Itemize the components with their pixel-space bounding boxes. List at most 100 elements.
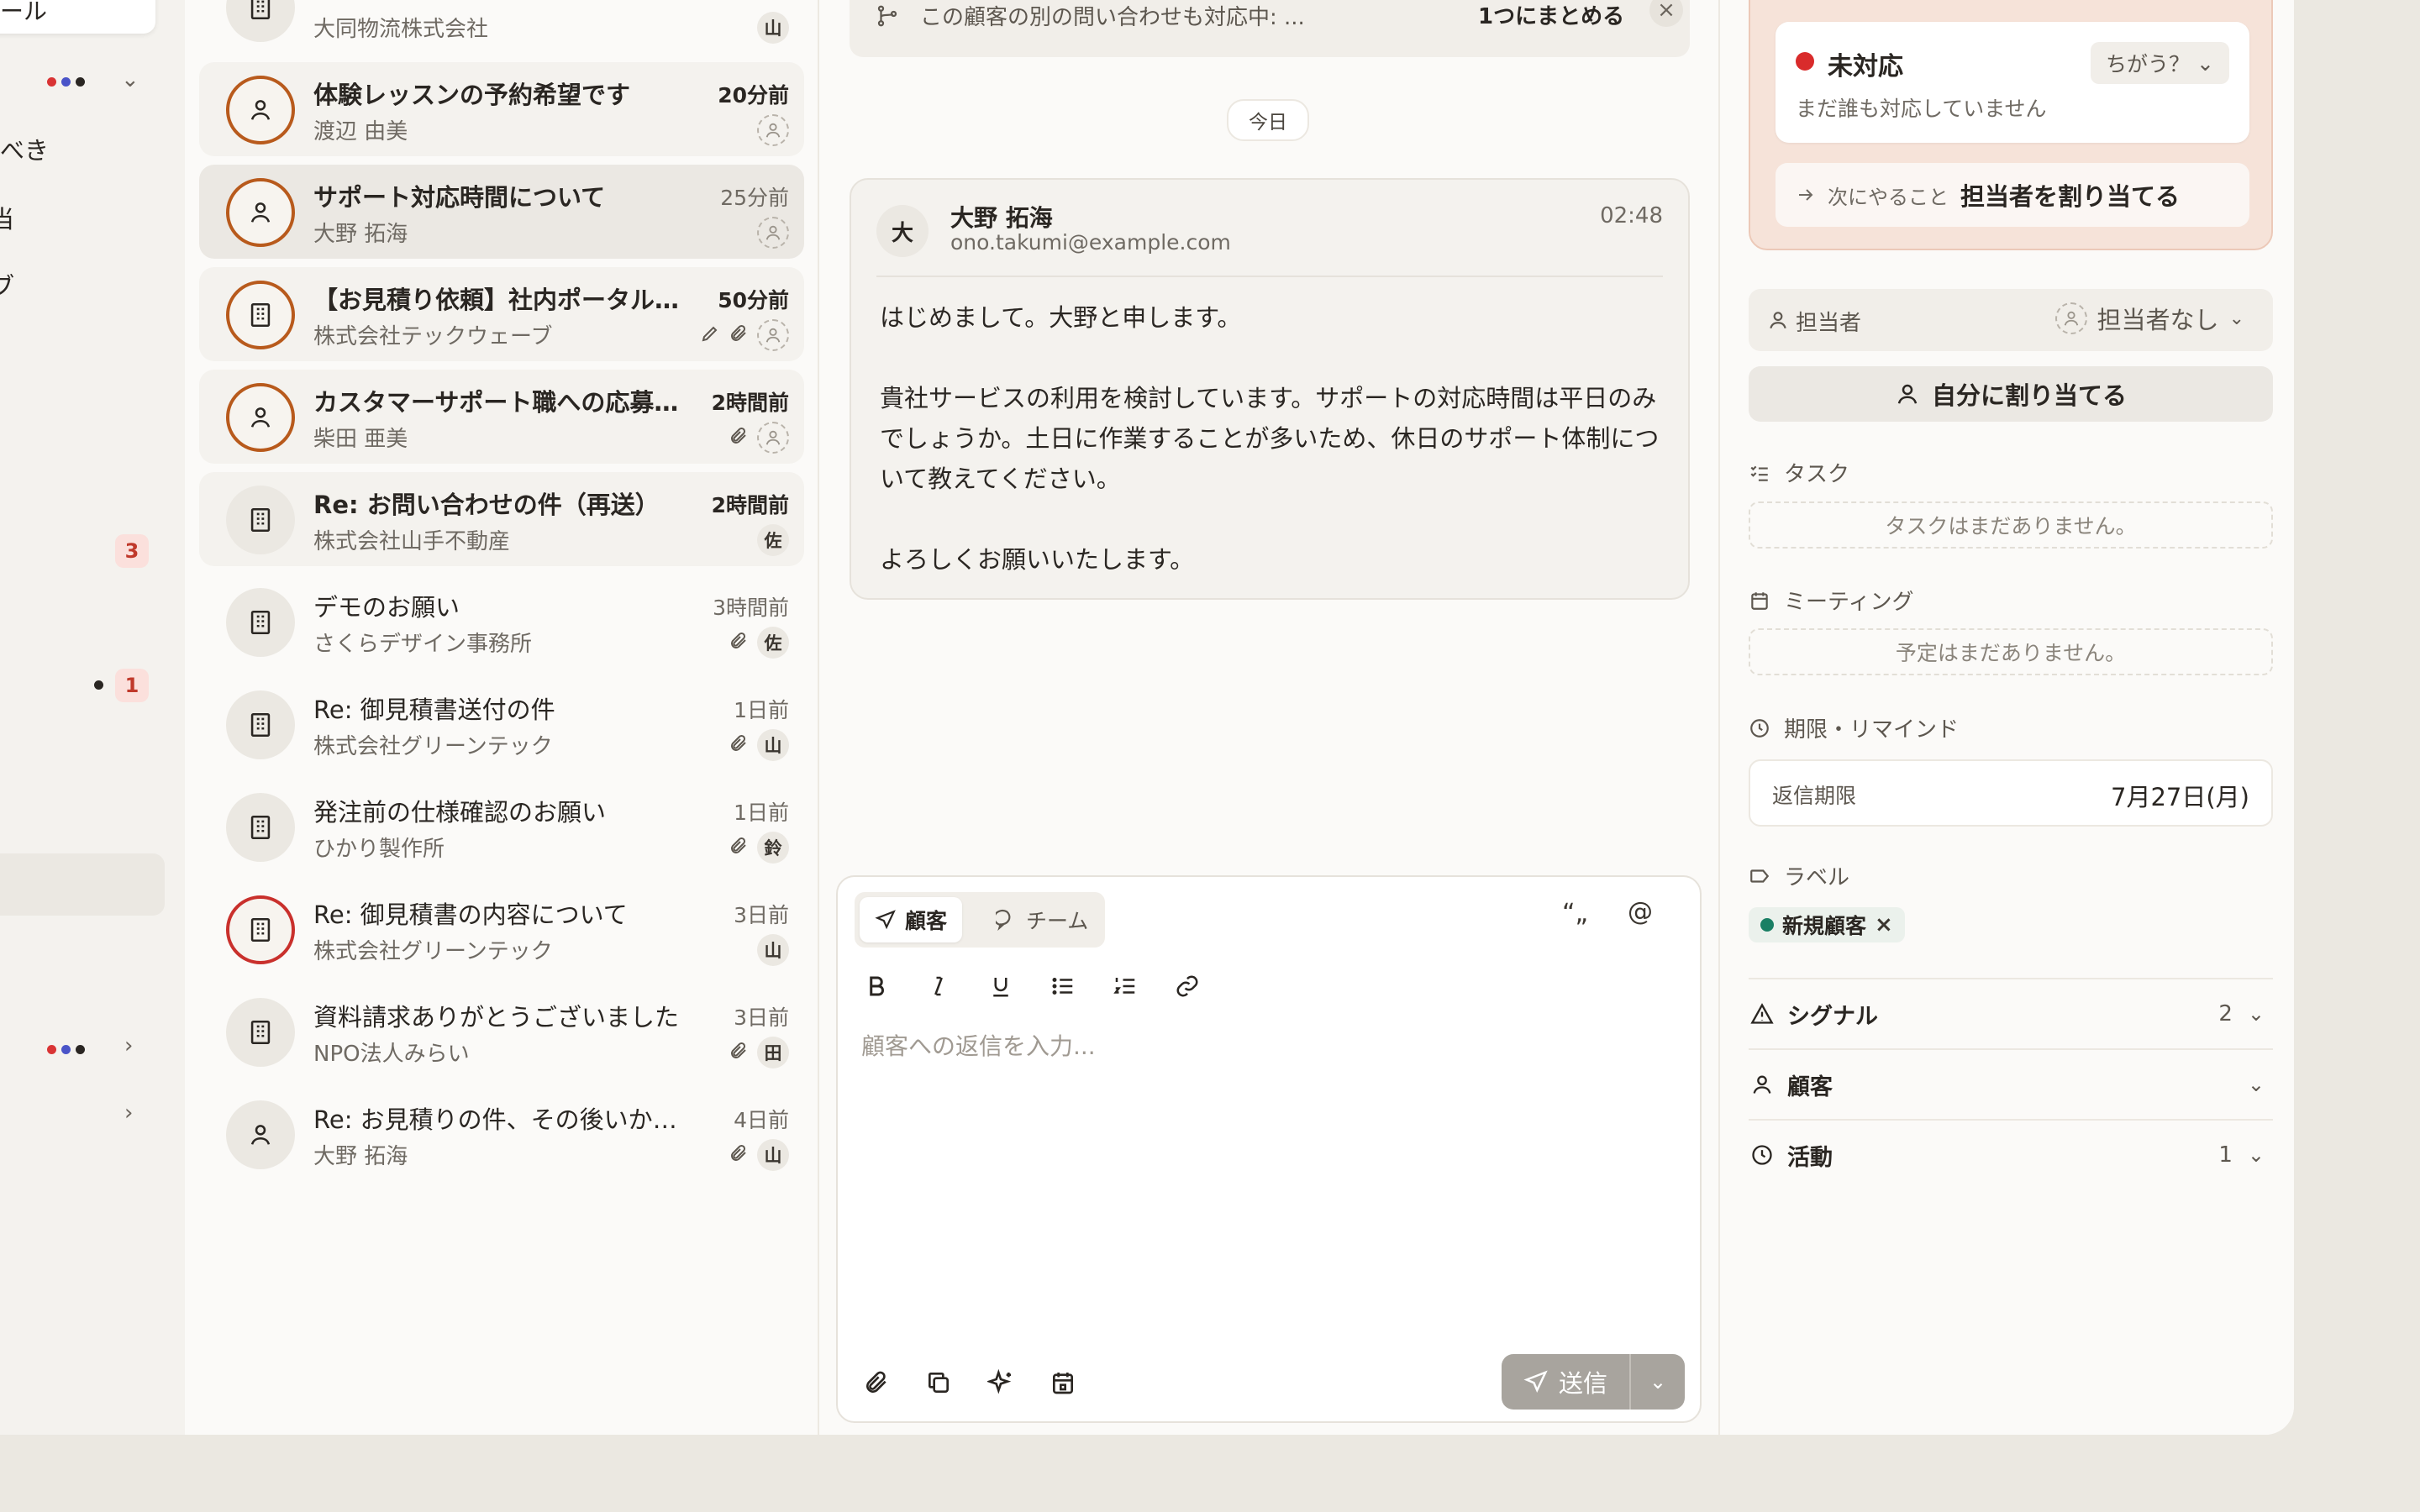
sidebar-selected-item[interactable] [0, 853, 165, 916]
building-icon [250, 712, 271, 738]
sidebar-item-label[interactable]: 当 [0, 200, 14, 235]
composer-actions [861, 1368, 1078, 1398]
bold-icon[interactable] [861, 971, 892, 1001]
list-item[interactable]: カスタマーサポート職への応募（柴田 亜美） 柴田 亜美 2時間前 [199, 370, 804, 464]
underline-icon[interactable] [986, 971, 1016, 1001]
tag-icon [1750, 869, 1770, 883]
list-item[interactable]: 資料請求ありがとうございました NPO法人みらい 3日前田 [199, 984, 804, 1079]
list-item-time: 1日前 [734, 698, 789, 722]
link-icon[interactable] [1172, 971, 1202, 1001]
list-item-sender: 株式会社グリーンテック [313, 734, 553, 759]
attachment-icon[interactable] [861, 1368, 892, 1398]
merge-button[interactable]: 1つにまとめる [1478, 0, 1624, 30]
assign-self-button[interactable]: 自分に割り当てる [1749, 366, 2273, 422]
close-icon[interactable]: × [1649, 0, 1683, 27]
list-item[interactable]: 体験レッスンの予約希望です 渡辺 由美 20分前 [199, 62, 804, 156]
company-avatar [226, 281, 295, 349]
next-action-value: 担当者を割り当てる [1960, 182, 2181, 211]
message-card: 大 大野 拓海 ono.takumi@example.com 02:48 はじめ… [850, 178, 1690, 600]
tab-team[interactable]: チーム [981, 897, 1103, 942]
italic-icon[interactable] [923, 971, 954, 1001]
list-item-time: 3日前 [734, 903, 789, 927]
signals-label: シグナル [1787, 1003, 1878, 1030]
date-divider: 今日 [1227, 99, 1309, 141]
list-item-sender: 株式会社テックウェーブ [313, 324, 553, 349]
unassigned-avatar-icon [757, 422, 789, 454]
mention-icon[interactable]: @ [1628, 897, 1653, 927]
signals-section[interactable]: シグナル 2 ⌄ [1749, 978, 2273, 1048]
activity-label: 活動 [1787, 1144, 1833, 1171]
numbered-list-icon[interactable] [1110, 971, 1140, 1001]
customer-section[interactable]: 顧客 ⌄ [1749, 1048, 2273, 1119]
copy-icon[interactable] [923, 1368, 954, 1398]
list-item-sender: 株式会社山手不動産 [313, 529, 511, 554]
building-icon [250, 302, 271, 328]
assign-self-label: 自分に割り当てる [1931, 381, 2127, 410]
unassigned-avatar-icon [757, 319, 789, 351]
list-item-meta [700, 319, 789, 351]
label-tag[interactable]: 新規顧客 × [1749, 907, 1905, 942]
list-item[interactable]: 大同物流株式会社 山 [199, 0, 804, 54]
send-options-chevron-icon[interactable]: ⌄ [1631, 1354, 1685, 1410]
conversation-pane: この顧客の別の問い合わせも対応中: ... 1つにまとめる × 今日 大 大野 … [821, 0, 1718, 1435]
sidebar-item-label[interactable]: ブ [0, 267, 14, 302]
reply-input[interactable] [861, 1028, 1676, 1331]
message-body: はじめまして。大野と申します。 貴社サービスの利用を検討しています。サポートの対… [880, 303, 1660, 574]
list-item-meta: 鈴 [729, 832, 789, 864]
tasks-empty: タスクはまだありません。 [1749, 501, 2273, 549]
list-item-meta: 佐 [729, 627, 789, 659]
list-item-meta: 山 [757, 934, 789, 966]
list-item[interactable]: Re: 御見積書の内容について 株式会社グリーンテック 3日前山 [199, 882, 804, 976]
list-item-meta: 山 [729, 729, 789, 761]
next-action[interactable]: 次にやること 担当者を割り当てる [1776, 163, 2249, 227]
attachment-icon [729, 733, 749, 757]
customer-label: 顧客 [1787, 1074, 1833, 1100]
bullet-list-icon[interactable] [1048, 971, 1078, 1001]
remove-tag-icon[interactable]: × [1875, 912, 1893, 937]
list-item[interactable]: 発注前の仕様確認のお願い ひかり製作所 1日前鈴 [199, 780, 804, 874]
list-item[interactable]: 【お見積り依頼】社内ポータル構築について株式会社テックウェーブ 50分前 [199, 267, 804, 361]
assignee-value: 担当者なし [2096, 306, 2219, 334]
chevron-right-icon[interactable]: › [124, 1100, 133, 1126]
list-item[interactable]: Re: お見積りの件、その後いかがでしょうか大野 拓海 4日前山 [199, 1087, 804, 1181]
chevron-right-icon[interactable]: › [124, 1033, 133, 1058]
sparkle-icon[interactable] [986, 1368, 1016, 1398]
list-item[interactable]: Re: お問い合わせの件（再送） 株式会社山手不動産 2時間前佐 [199, 472, 804, 566]
company-avatar [226, 486, 295, 554]
meetings-label: ミーティング [1784, 590, 1914, 615]
branch-icon [877, 5, 897, 27]
list-item-sender: 株式会社グリーンテック [313, 939, 553, 964]
divider [876, 276, 1663, 277]
next-action-label: 次にやること [1828, 185, 1949, 209]
list-item[interactable]: Re: 御見積書送付の件 株式会社グリーンテック 1日前山 [199, 677, 804, 771]
warning-icon [1750, 1003, 1774, 1024]
sidebar-top-card[interactable]: ール [0, 0, 155, 34]
sidebar-item-label[interactable]: べき [0, 131, 49, 166]
assignee-select[interactable]: 担当者 担当者なし ⌄ [1749, 289, 2273, 351]
reply-deadline-label: 返信期限 [1772, 784, 1857, 808]
calendar-icon[interactable] [1048, 1368, 1078, 1398]
attachment-icon [729, 323, 749, 347]
list-item-time: 25分前 [720, 186, 789, 210]
tag-color-dot [1760, 918, 1774, 932]
send-button[interactable]: 送信 [1502, 1354, 1631, 1410]
building-icon [250, 507, 271, 533]
labels-label: ラベル [1784, 865, 1850, 890]
list-item[interactable]: サポート対応時間について 大野 拓海 25分前 [199, 165, 804, 259]
list-item-sender: 大同物流株式会社 [313, 17, 489, 42]
quote-icon[interactable]: “„ [1562, 899, 1588, 928]
chevron-down-icon[interactable]: ⌄ [121, 67, 139, 92]
unassigned-avatar-icon [757, 217, 789, 249]
chat-bubble-icon [996, 909, 1011, 931]
list-item-time: 3時間前 [713, 596, 789, 620]
list-item-time: 20分前 [718, 83, 789, 108]
activity-section[interactable]: 活動 1 ⌄ [1749, 1119, 2273, 1189]
list-item-time: 2時間前 [711, 493, 789, 517]
list-item[interactable]: デモのお願い さくらデザイン事務所 3時間前佐 [199, 575, 804, 669]
status-change-button[interactable]: ちがう？ ⌄ [2091, 42, 2229, 84]
list-item-meta: 山 [729, 1139, 789, 1171]
tab-customer[interactable]: 顧客 [860, 897, 963, 942]
labels-header: ラベル [1749, 860, 1849, 891]
chevron-down-icon: ⌄ [2247, 1143, 2265, 1167]
reply-deadline-field[interactable]: 返信期限 7月27日(月) [1749, 759, 2273, 827]
